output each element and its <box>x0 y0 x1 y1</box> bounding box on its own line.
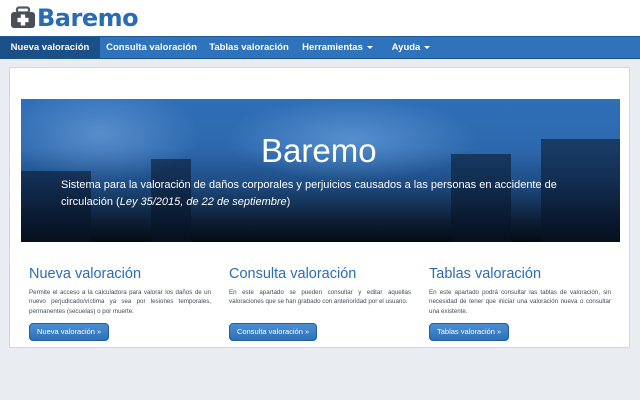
main-navbar: Nueva valoración Consulta valoración Tab… <box>0 36 640 59</box>
hero-banner: Baremo Sistema para la valoración de dañ… <box>21 99 620 242</box>
hero-title: Baremo <box>261 132 377 169</box>
main-content: Baremo Sistema para la valoración de dañ… <box>9 67 630 348</box>
law-reference: Ley 35/2015, de 22 de septiembre <box>119 196 287 208</box>
site-header: Baremo <box>0 0 640 36</box>
section-nueva-valoracion: Nueva valoración Permite el acceso a la … <box>29 266 211 341</box>
section-title: Nueva valoración <box>29 266 142 282</box>
nueva-valoracion-button[interactable]: Nueva valoración » <box>29 323 110 341</box>
logo-text: Baremo <box>37 4 139 32</box>
nav-consulta-valoracion[interactable]: Consulta valoración <box>100 37 203 58</box>
nav-label: Tablas valoración <box>209 42 289 53</box>
medical-case-icon <box>11 6 35 28</box>
section-description: Permite el acceso a la calculadora para … <box>29 289 211 315</box>
nav-ayuda[interactable]: Ayuda <box>380 37 442 58</box>
hero-description: Sistema para la valoración de daños corp… <box>61 179 557 208</box>
section-description: En este apartado podrá consultar las tab… <box>429 289 611 315</box>
section-title: Consulta valoración <box>229 266 357 282</box>
section-title: Tablas valoración <box>429 266 542 282</box>
nav-label: Herramientas <box>302 42 363 53</box>
section-consulta-valoracion: Consulta valoración En este apartado se … <box>229 266 411 341</box>
nav-herramientas[interactable]: Herramientas <box>295 37 380 58</box>
caret-down-icon <box>366 45 373 49</box>
nav-nueva-valoracion[interactable]: Nueva valoración <box>0 37 100 58</box>
caret-down-icon <box>424 45 431 49</box>
section-description: En este apartado se pueden consultar y e… <box>229 289 411 306</box>
tablas-valoracion-button[interactable]: Tablas valoración » <box>429 323 510 341</box>
nav-label: Nueva valoración <box>10 42 90 53</box>
consulta-valoracion-button[interactable]: Consulta valoración » <box>229 323 318 341</box>
nav-label: Ayuda <box>391 42 421 53</box>
nav-label: Consulta valoración <box>106 42 197 53</box>
section-tablas-valoracion: Tablas valoración En este apartado podrá… <box>429 266 611 341</box>
logo[interactable]: Baremo <box>10 4 139 32</box>
nav-tablas-valoracion[interactable]: Tablas valoración <box>203 37 295 58</box>
